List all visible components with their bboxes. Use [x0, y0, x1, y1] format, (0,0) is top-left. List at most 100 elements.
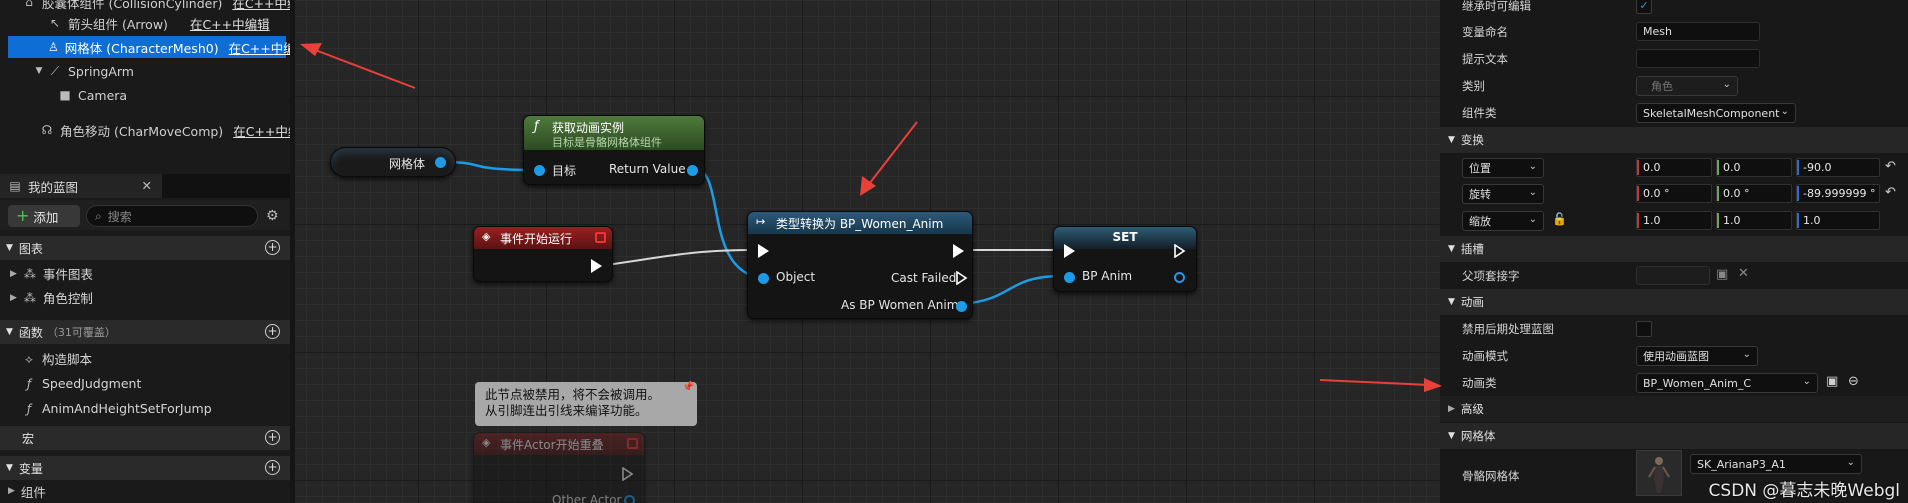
event-begin-play-node[interactable]: ◈ 事件开始运行 [473, 226, 613, 282]
dropdown-value: 缩放 [1469, 215, 1491, 228]
scale-y-input[interactable]: 1.0 [1716, 211, 1792, 230]
output-pin[interactable] [435, 157, 446, 168]
object-pin[interactable] [758, 273, 769, 284]
rotation-y-input[interactable]: 0.0 ° [1716, 184, 1792, 203]
as-bp-women-anim-pin[interactable] [956, 301, 967, 312]
location-mode-dropdown[interactable]: 位置 ⌄ [1462, 158, 1544, 178]
dropdown-value: 使用动画蓝图 [1643, 350, 1709, 363]
section-title: 宏 [22, 431, 35, 446]
function-icon: ƒ [26, 376, 32, 391]
event-graph-canvas[interactable]: 网格体 ƒ 获取动画实例 目标是骨骼网格体组件 目标 Return Value … [295, 0, 1440, 503]
disable-post-process-checkbox[interactable] [1636, 321, 1652, 337]
rotation-z-input[interactable]: -89.999999 ° [1796, 184, 1880, 203]
cast-icon: ↦ [756, 215, 766, 228]
list-item-event-graph[interactable]: ▶ ⁂ 事件图表 [0, 262, 290, 285]
return-value-pin[interactable] [687, 165, 698, 176]
location-y-input[interactable]: 0.0 [1716, 158, 1792, 177]
chevron-down-icon[interactable]: ▼ [34, 64, 44, 78]
node-title: 事件Actor开始重叠 [500, 438, 604, 452]
tab-my-blueprint[interactable]: ▤ 我的蓝图 ✕ [0, 174, 162, 198]
list-item-speed-judgment[interactable]: ƒ SpeedJudgment [0, 372, 290, 395]
lock-icon[interactable]: 🔓 [1552, 212, 1567, 226]
set-bp-anim-node[interactable]: SET BP Anim [1053, 226, 1197, 292]
browse-folder-icon[interactable]: ▣ [1826, 374, 1838, 389]
component-springarm[interactable]: ▼ ⟋ SpringArm [34, 60, 134, 82]
rotation-mode-dropdown[interactable]: 旋转 ⌄ [1462, 184, 1544, 204]
get-anim-instance-node[interactable]: ƒ 获取动画实例 目标是骨骼网格体组件 目标 Return Value [523, 115, 705, 185]
component-class-dropdown[interactable]: SkeletalMeshComponent ⌄ [1636, 103, 1796, 123]
add-macro-button[interactable]: + [265, 430, 280, 445]
scale-x-input[interactable]: 1.0 [1636, 211, 1712, 230]
add-button[interactable]: + 添加 [8, 205, 80, 227]
section-title: 插槽 [1460, 242, 1484, 256]
exec-in-pin[interactable] [1064, 244, 1075, 258]
section-sockets[interactable]: ▼ 插槽 [1440, 236, 1908, 262]
gear-icon[interactable]: ⚙ [266, 208, 279, 224]
exec-out-pin[interactable] [1174, 244, 1186, 258]
animation-class-dropdown[interactable]: BP_Women_Anim_C ⌄ [1636, 373, 1818, 393]
exec-out-pin[interactable] [953, 244, 964, 258]
pin-icon[interactable]: 📌 [682, 382, 694, 393]
list-item-construction-script[interactable]: ⟡ 构造脚本 [0, 347, 290, 370]
tooltip-input[interactable] [1636, 49, 1760, 68]
skeletal-mesh-dropdown[interactable]: SK_ArianaP3_A1 ⌄ [1690, 454, 1862, 474]
component-label: 箭头组件 (Arrow) [68, 16, 168, 32]
add-variable-button[interactable]: + [265, 460, 280, 475]
browse-folder-icon[interactable]: ▣ [1716, 267, 1728, 282]
rotation-x-input[interactable]: 0.0 ° [1636, 184, 1712, 203]
section-functions[interactable]: ▼ 函数 （31可覆盖） + [0, 320, 290, 344]
scale-mode-dropdown[interactable]: 缩放 ⌄ [1462, 211, 1544, 231]
variable-name-input[interactable]: Mesh [1636, 22, 1760, 41]
capsule-icon: ⌂ [25, 0, 33, 9]
component-camera[interactable]: ■ Camera [58, 84, 127, 106]
component-character-mesh[interactable]: ♙ 网格体 (CharacterMesh0) 在C++中编 [8, 36, 290, 58]
clear-icon[interactable]: ✕ [1738, 266, 1749, 281]
target-pin[interactable] [534, 165, 545, 176]
inherit-editable-checkbox[interactable]: ✓ [1636, 0, 1652, 14]
parent-socket-input[interactable] [1636, 266, 1710, 285]
cast-failed-exec-pin[interactable] [956, 271, 968, 285]
section-animation[interactable]: ▼ 动画 [1440, 289, 1908, 315]
animation-mode-dropdown[interactable]: 使用动画蓝图 ⌄ [1636, 346, 1758, 366]
section-macros[interactable]: 宏 + [0, 426, 290, 450]
disabled-overlap-event-node[interactable]: ◈ 事件Actor开始重叠 Other Actor [473, 432, 645, 503]
location-x-input[interactable]: 0.0 [1636, 158, 1712, 177]
chevron-right-icon: ▶ [8, 486, 15, 496]
section-advanced[interactable]: ▶ 高级 [1440, 396, 1908, 422]
component-char-move[interactable]: ☊ 角色移动 (CharMoveComp) 在C++中编 [40, 119, 290, 141]
delegate-pin[interactable] [595, 232, 606, 243]
skeletal-mesh-thumbnail[interactable] [1636, 450, 1682, 496]
section-transform[interactable]: ▼ 变换 [1440, 127, 1908, 153]
scale-z-input[interactable]: 1.0 [1796, 211, 1880, 230]
bp-anim-input-pin[interactable] [1064, 272, 1075, 283]
delegate-pin[interactable] [627, 438, 638, 449]
section-variables[interactable]: ▼ 变量 + [0, 456, 290, 480]
list-item-components[interactable]: ▶ 组件 [0, 481, 290, 501]
add-function-button[interactable]: + [265, 324, 280, 339]
exec-out-pin[interactable] [591, 259, 602, 273]
exec-out-pin[interactable] [622, 467, 634, 481]
section-mesh[interactable]: ▼ 网格体 [1440, 423, 1908, 449]
property-label: 动画模式 [1462, 348, 1508, 363]
close-icon[interactable]: ✕ [142, 178, 152, 193]
category-dropdown[interactable]: 角色 ⌄ [1636, 76, 1738, 96]
component-arrow[interactable]: ↖ 箭头组件 (Arrow) 在C++中编辑 [48, 12, 270, 34]
search-input[interactable]: ⌕ 搜索 [86, 205, 258, 227]
bp-anim-output-pin[interactable] [1174, 272, 1185, 283]
exec-in-pin[interactable] [758, 244, 769, 258]
section-title: 变量 [18, 461, 43, 476]
section-graphs[interactable]: ▼ 图表 + [0, 236, 290, 260]
chevron-down-icon: ⌄ [1802, 376, 1811, 387]
other-actor-pin[interactable] [624, 495, 635, 503]
location-z-input[interactable]: -90.0 [1796, 158, 1880, 177]
mesh-variable-node[interactable]: 网格体 [330, 147, 456, 177]
search-placeholder: 搜索 [107, 209, 132, 224]
cast-to-bp-women-anim-node[interactable]: ↦ 类型转换为 BP_Women_Anim Object Cast Failed… [747, 211, 973, 319]
use-selected-icon[interactable]: ⊖ [1848, 374, 1859, 389]
reset-icon[interactable]: ↶ [1885, 159, 1896, 174]
list-item-anim-height-set[interactable]: ƒ AnimAndHeightSetForJump [0, 397, 290, 420]
list-item-character-control[interactable]: ▶ ⁂ 角色控制 [0, 286, 290, 309]
section-title: 高级 [1460, 402, 1484, 416]
reset-icon[interactable]: ↶ [1885, 185, 1896, 200]
add-graph-button[interactable]: + [265, 240, 280, 255]
